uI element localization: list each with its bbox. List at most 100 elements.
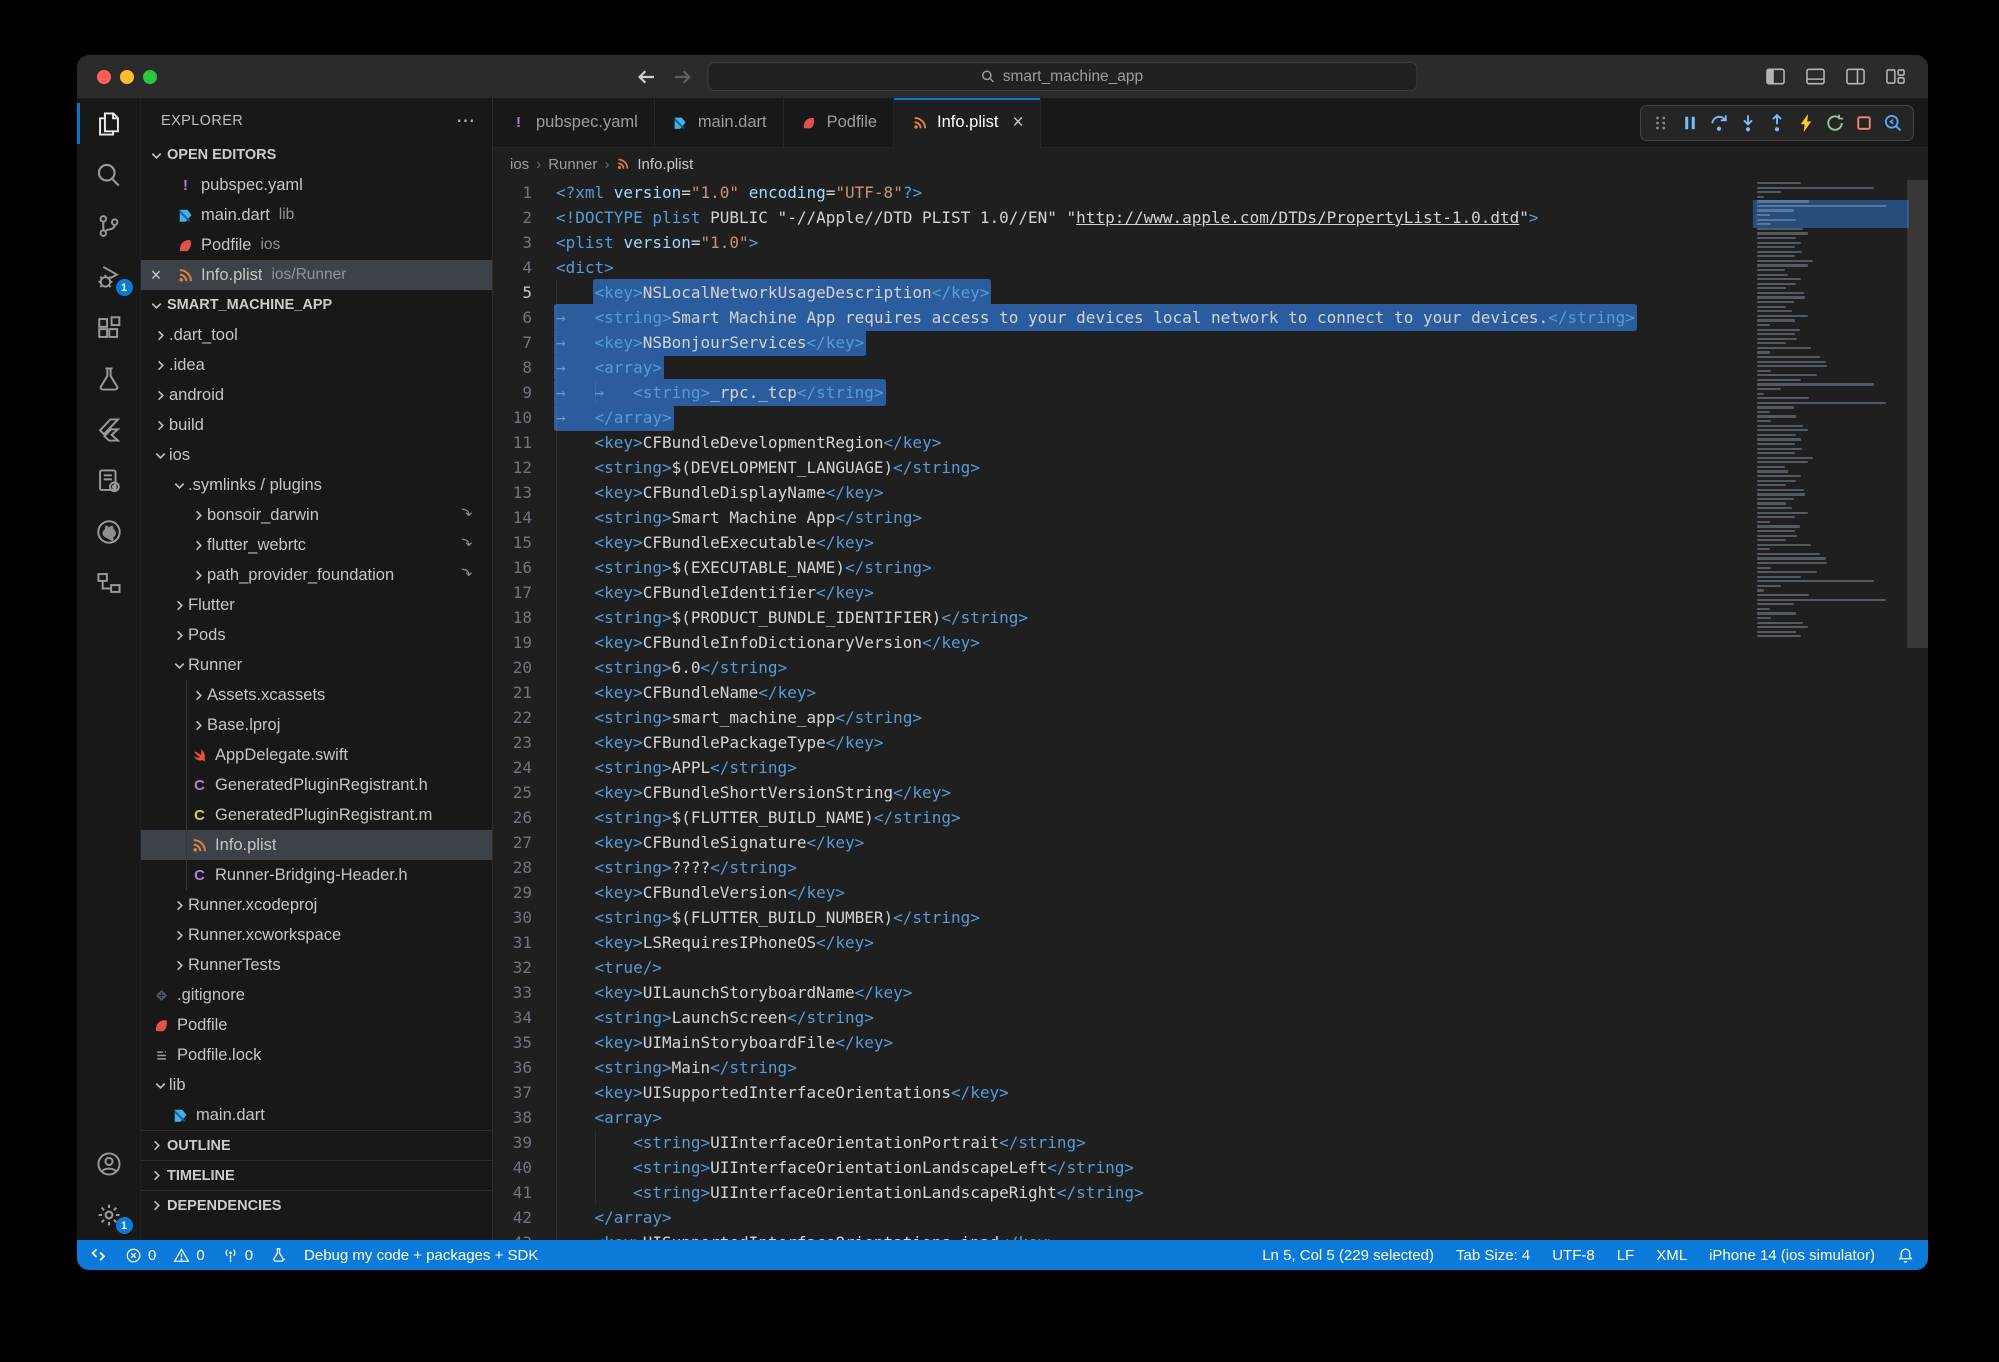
tree-item-assets-xcassets[interactable]: Assets.xcassets [141, 680, 492, 710]
status-warnings[interactable]: 0 [173, 1247, 204, 1264]
activity-flutter-icon[interactable] [77, 404, 141, 455]
status-eol[interactable]: LF [1617, 1247, 1635, 1264]
tree-item-ios[interactable]: ios [141, 440, 492, 470]
tree-item-build[interactable]: build [141, 410, 492, 440]
dart-icon [671, 114, 690, 131]
minimap[interactable] [1757, 182, 1905, 640]
minimap-line [1757, 209, 1794, 211]
tree-item-pods[interactable]: Pods [141, 620, 492, 650]
status-debug-mode[interactable]: Debug my code + packages + SDK [304, 1247, 538, 1264]
tree-item-android[interactable]: android [141, 380, 492, 410]
forward-icon[interactable] [671, 66, 693, 88]
tree-item-bonsoir-darwin[interactable]: bonsoir_darwin [141, 500, 492, 530]
tree-item-runner-xcworkspace[interactable]: Runner.xcworkspace [141, 920, 492, 950]
activity-account-icon[interactable] [77, 1138, 141, 1189]
scrollbar-slider[interactable] [1907, 180, 1928, 648]
tree-item-main-dart[interactable]: main.dart [141, 1100, 492, 1130]
activity-refs-icon[interactable] [77, 557, 141, 608]
tree-item--dart-tool[interactable]: .dart_tool [141, 320, 492, 350]
status-cursor-position[interactable]: Ln 5, Col 5 (229 selected) [1262, 1247, 1434, 1264]
tree-item--gitignore[interactable]: .gitignore [141, 980, 492, 1010]
tree-item-path-provider-foundation[interactable]: path_provider_foundation [141, 560, 492, 590]
minimap-line [1757, 512, 1808, 514]
project-root-header[interactable]: SMART_MACHINE_APP [141, 290, 492, 320]
activity-debug-icon[interactable]: 1 [77, 251, 141, 302]
breadcrumb-item[interactable]: ios [510, 156, 529, 173]
debug-restart-icon[interactable] [1822, 110, 1848, 136]
status-encoding[interactable]: UTF-8 [1552, 1247, 1595, 1264]
code-editor[interactable]: 1<?xml version="1.0" encoding="UTF-8"?>2… [493, 180, 1928, 1240]
close-icon[interactable]: × [141, 265, 171, 286]
debug-inspector-icon[interactable] [1880, 110, 1906, 136]
tree-item-generatedpluginregistrant-m[interactable]: CGeneratedPluginRegistrant.m [141, 800, 492, 830]
status-language-mode[interactable]: XML [1656, 1247, 1687, 1264]
activity-scm-icon[interactable] [77, 200, 141, 251]
breadcrumb-item[interactable]: Info.plist [637, 156, 693, 173]
panel-timeline[interactable]: TIMELINE [141, 1160, 492, 1190]
tab-main-dart[interactable]: main.dart [655, 98, 784, 147]
status-debug-launch[interactable] [270, 1247, 287, 1264]
activity-explorer-icon[interactable] [77, 98, 141, 149]
tree-item--symlinks-plugins[interactable]: .symlinks / plugins [141, 470, 492, 500]
tree-item-info-plist[interactable]: Info.plist [141, 830, 492, 860]
panel-bottom-icon[interactable] [1805, 66, 1826, 87]
more-actions-icon[interactable]: ⋯ [456, 110, 476, 133]
panel-left-icon[interactable] [1765, 66, 1786, 87]
tree-item-flutter-webrtc[interactable]: flutter_webrtc [141, 530, 492, 560]
activity-search-icon[interactable] [77, 149, 141, 200]
activity-testing-icon[interactable] [77, 353, 141, 404]
open-editor-item[interactable]: !pubspec.yaml [141, 170, 492, 200]
tree-item-runnertests[interactable]: RunnerTests [141, 950, 492, 980]
status-remote-indicator[interactable] [91, 1247, 108, 1264]
tab-pubspec-yaml[interactable]: !pubspec.yaml [493, 98, 655, 147]
status-notifications[interactable] [1897, 1247, 1914, 1264]
open-editors-header[interactable]: OPEN EDITORS [141, 140, 492, 170]
activity-github-icon[interactable] [77, 506, 141, 557]
activity-project-icon[interactable] [77, 455, 141, 506]
breadcrumb-item[interactable]: Runner [548, 156, 597, 173]
open-editor-item[interactable]: Podfileios [141, 230, 492, 260]
tree-item-runner-bridging-header-h[interactable]: CRunner-Bridging-Header.h [141, 860, 492, 890]
panel-right-icon[interactable] [1845, 66, 1866, 87]
debug-bolt-icon[interactable] [1793, 110, 1819, 136]
line-content: <string>APPL</string> [556, 755, 797, 780]
tree-item-runner-xcodeproj[interactable]: Runner.xcodeproj [141, 890, 492, 920]
close-window-button[interactable] [97, 70, 111, 84]
open-editor-item[interactable]: ×Info.plistios/Runner [141, 260, 492, 290]
tree-item-runner[interactable]: Runner [141, 650, 492, 680]
status-errors[interactable]: 0 [125, 1247, 156, 1264]
layout-icon[interactable] [1885, 66, 1906, 87]
tree-item-base-lproj[interactable]: Base.lproj [141, 710, 492, 740]
grip-handle-icon[interactable] [1648, 110, 1674, 136]
debug-pause-icon[interactable] [1677, 110, 1703, 136]
tree-item-podfile-lock[interactable]: Podfile.lock [141, 1040, 492, 1070]
back-icon[interactable] [635, 66, 657, 88]
minimize-window-button[interactable] [120, 70, 134, 84]
tree-item-podfile[interactable]: Podfile [141, 1010, 492, 1040]
close-icon[interactable]: × [1013, 113, 1024, 132]
token: </string> [1057, 1183, 1144, 1202]
panel-outline[interactable]: OUTLINE [141, 1130, 492, 1160]
debug-step-out-icon[interactable] [1764, 110, 1790, 136]
debug-step-into-icon[interactable] [1735, 110, 1761, 136]
status-ports[interactable]: 0 [222, 1247, 253, 1264]
tree-item-generatedpluginregistrant-h[interactable]: CGeneratedPluginRegistrant.h [141, 770, 492, 800]
tree-item-appdelegate-swift[interactable]: AppDelegate.swift [141, 740, 492, 770]
status-indentation[interactable]: Tab Size: 4 [1456, 1247, 1530, 1264]
tab-podfile[interactable]: Podfile [784, 98, 894, 147]
activity-extensions-icon[interactable] [77, 302, 141, 353]
status-device-selector[interactable]: iPhone 14 (ios simulator) [1709, 1247, 1875, 1264]
activity-gear-icon[interactable]: 1 [77, 1189, 141, 1240]
line-content: <true/> [556, 955, 662, 980]
open-editor-item[interactable]: main.dartlib [141, 200, 492, 230]
search-input[interactable]: smart_machine_app [707, 62, 1417, 91]
chevron-right-icon [189, 536, 207, 554]
debug-stop-icon[interactable] [1851, 110, 1877, 136]
tree-item-flutter[interactable]: Flutter [141, 590, 492, 620]
zoom-window-button[interactable] [143, 70, 157, 84]
panel-dependencies[interactable]: DEPENDENCIES [141, 1190, 492, 1220]
tab-info-plist[interactable]: Info.plist× [894, 98, 1041, 148]
debug-step-over-icon[interactable] [1706, 110, 1732, 136]
tree-item--idea[interactable]: .idea [141, 350, 492, 380]
tree-item-lib[interactable]: lib [141, 1070, 492, 1100]
